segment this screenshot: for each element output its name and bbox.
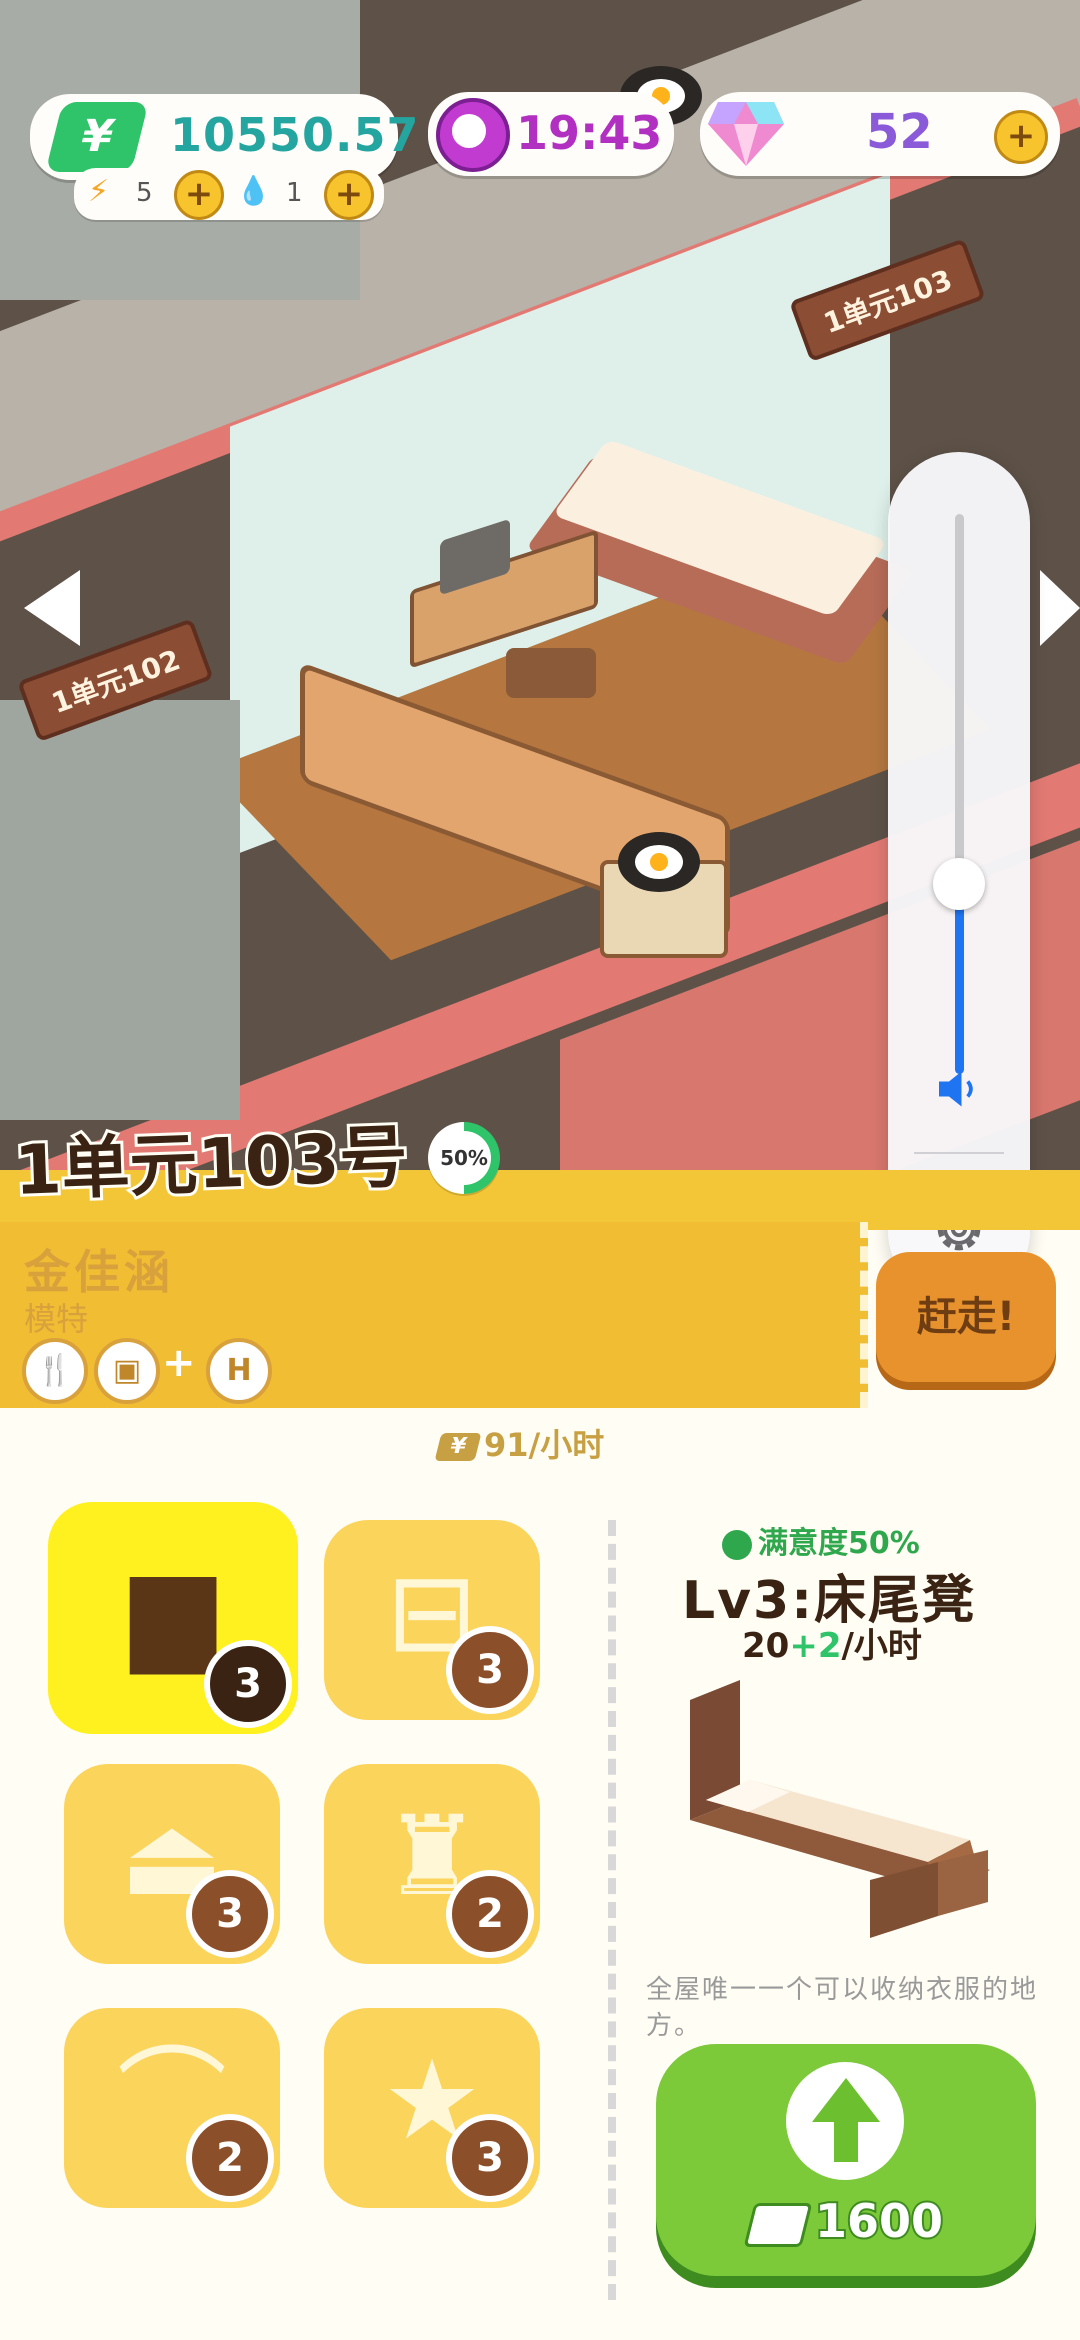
gem-value: 52 <box>866 104 933 160</box>
item-satisfaction: 满意度50% <box>722 1518 920 1562</box>
tile-shower[interactable]: ⌒ 2 <box>64 2008 280 2208</box>
money-small-icon: ¥ <box>434 1433 482 1461</box>
plus-sign: + <box>162 1340 196 1386</box>
item-satisfaction-text: 满意度50% <box>758 1526 920 1561</box>
upgrade-cost: 1600 <box>656 2192 1036 2250</box>
tile-range-hood[interactable]: ⏏ 3 <box>64 1764 280 1964</box>
time-display: 19:43 <box>428 92 674 176</box>
tile-count-badge: 3 <box>446 1626 534 1714</box>
prev-room-arrow[interactable] <box>24 570 80 646</box>
item-income-rate: 20+2/小时 <box>742 1618 922 1667</box>
resource-bar: ⚡ 5 + 💧 1 + <box>74 168 384 220</box>
tenant-occupation: 模特 <box>24 1300 89 1338</box>
tile-toilet[interactable]: ♜ 2 <box>324 1764 540 1964</box>
time-value: 19:43 <box>516 106 663 160</box>
energy-value: 5 <box>136 178 153 208</box>
money-icon: ¥ <box>45 102 149 172</box>
add-energy-button[interactable]: + <box>174 170 224 220</box>
panel-divider <box>608 1520 616 2300</box>
smiley-icon <box>722 1529 752 1560</box>
bed-icon: ▆ <box>130 1544 216 1673</box>
tile-count-badge: 3 <box>186 1870 274 1958</box>
add-gems-button[interactable]: + <box>994 110 1048 164</box>
upgrade-button[interactable]: 1600 <box>656 2044 1036 2276</box>
tile-decor[interactable]: ★ 3 <box>324 2008 540 2208</box>
satisfaction-percent: 50% <box>437 1131 491 1185</box>
next-room-arrow[interactable] <box>1040 570 1080 646</box>
money-icon <box>743 2202 813 2247</box>
tenant-name: 金佳涵 <box>24 1245 174 1299</box>
satisfaction-ring: 50% <box>428 1122 500 1194</box>
tile-count-badge: 3 <box>204 1640 292 1728</box>
tile-bed[interactable]: ▆ 3 <box>48 1502 298 1734</box>
tile-count-badge: 2 <box>186 2114 274 2202</box>
item-rate-unit: /小时 <box>841 1626 922 1666</box>
upgrade-arrow-icon <box>786 2062 904 2180</box>
gem-counter: 52 + <box>700 92 1060 176</box>
item-description: 全屋唯一一个可以收纳衣服的地方。 <box>646 1975 1039 2041</box>
water-drop-icon: 💧 <box>236 174 271 207</box>
clock-icon <box>436 98 510 172</box>
bed-preview-image <box>690 1680 990 1938</box>
tile-count-badge: 3 <box>446 2114 534 2202</box>
money-value: 10550.57 <box>170 108 420 162</box>
add-water-button[interactable]: + <box>324 170 374 220</box>
gem-icon <box>708 102 784 166</box>
item-rate-bonus: +2 <box>789 1626 842 1666</box>
tile-count-badge: 2 <box>446 1870 534 1958</box>
energy-icon: ⚡ <box>88 174 110 209</box>
water-value: 1 <box>286 178 303 208</box>
item-rate-base: 20 <box>742 1626 790 1666</box>
evict-button[interactable]: 赶走! <box>876 1252 1056 1382</box>
fork-knife-icon: 🍴 <box>22 1338 88 1404</box>
tile-desk[interactable]: ⊟ 3 <box>324 1520 540 1720</box>
speaker-icon[interactable] <box>934 1064 984 1114</box>
left-room-wall <box>0 700 240 1120</box>
rent-rate-value: 91/小时 <box>484 1426 605 1464</box>
volume-level-fill <box>955 883 964 1074</box>
room-title: 1单元103号 <box>10 1115 412 1214</box>
stool[interactable] <box>506 648 596 698</box>
frying-pan <box>618 832 700 892</box>
rent-rate: ¥91/小时 <box>434 1420 605 1466</box>
volume-slider-thumb[interactable] <box>933 857 985 910</box>
volume-panel-divider <box>914 1152 1004 1154</box>
box-icon: ▣ <box>94 1338 160 1404</box>
hospital-icon: H <box>206 1338 272 1404</box>
volume-slider[interactable] <box>933 514 985 1074</box>
upgrade-cost-value: 1600 <box>813 2192 945 2250</box>
